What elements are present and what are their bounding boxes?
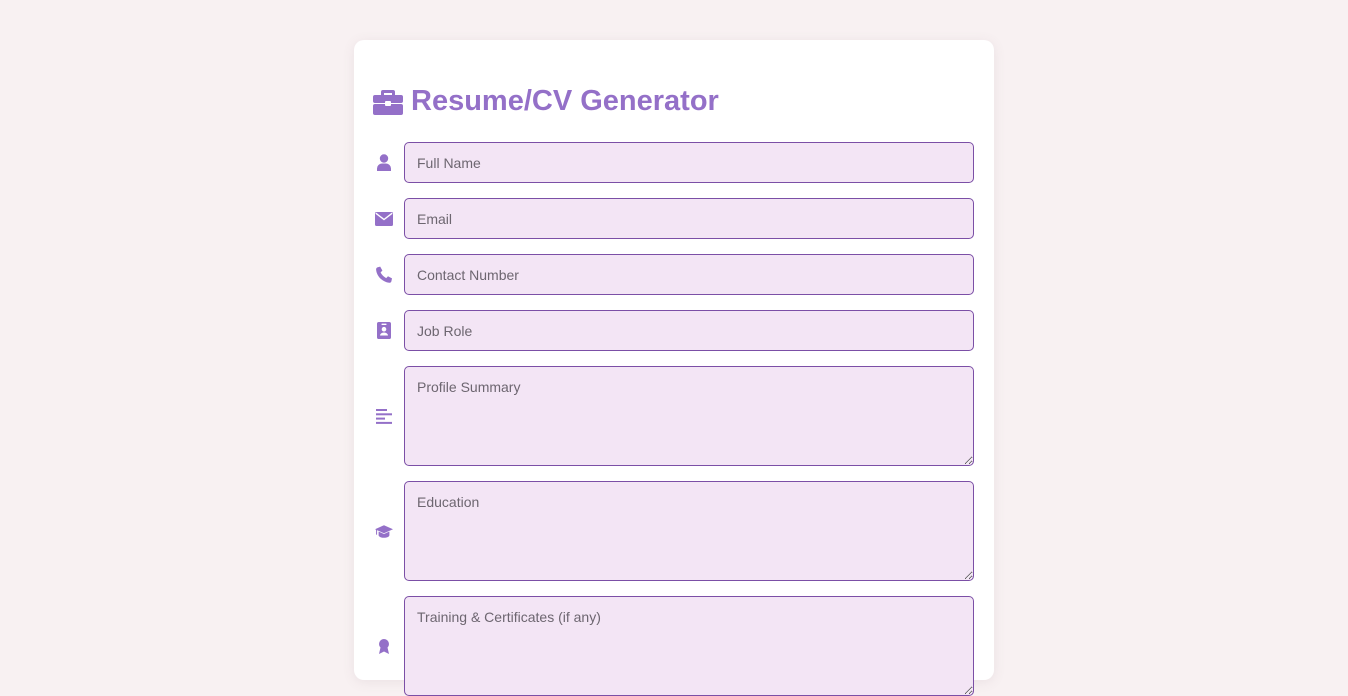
envelope-icon [375, 210, 393, 228]
title-row: Resume/CV Generator [373, 83, 719, 119]
profile-summary-row [373, 366, 974, 466]
email-input[interactable] [404, 198, 974, 239]
job-role-row [373, 310, 974, 351]
id-badge-icon [375, 322, 393, 340]
full-name-input[interactable] [404, 142, 974, 183]
page-title: Resume/CV Generator [411, 85, 719, 117]
contact-number-row [373, 254, 974, 295]
user-icon [375, 154, 393, 172]
phone-icon [375, 266, 393, 284]
education-row [373, 481, 974, 581]
training-certificates-row [373, 596, 974, 696]
resume-form-card: Resume/CV Generator [354, 40, 994, 696]
full-name-row [373, 142, 974, 183]
education-textarea[interactable] [404, 481, 974, 581]
job-role-input[interactable] [404, 310, 974, 351]
contact-number-input[interactable] [404, 254, 974, 295]
align-left-icon [375, 407, 393, 425]
profile-summary-textarea[interactable] [404, 366, 974, 466]
graduation-cap-icon [375, 522, 393, 540]
certificate-icon [375, 637, 393, 655]
training-certificates-textarea[interactable] [404, 596, 974, 696]
briefcase-icon [373, 88, 403, 115]
email-row [373, 198, 974, 239]
